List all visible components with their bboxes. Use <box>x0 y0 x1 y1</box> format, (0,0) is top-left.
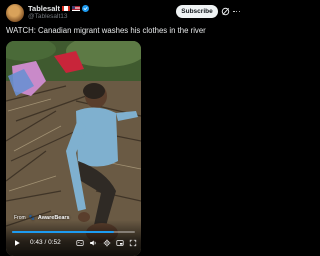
grok-icon[interactable] <box>221 7 230 16</box>
progress-fill <box>12 231 115 233</box>
video-controls: 0:43 / 0:52 <box>6 220 141 256</box>
play-icon[interactable] <box>12 238 22 248</box>
avatar[interactable] <box>6 4 24 22</box>
settings-gear-icon[interactable] <box>102 238 112 248</box>
subscribe-button[interactable]: Subscribe <box>176 5 218 18</box>
tweet-text: WATCH: Canadian migrant washes his cloth… <box>6 26 206 35</box>
video-player[interactable]: From 🐾 AwareBears 0:43 / 0:52 <box>6 41 141 256</box>
more-options-icon[interactable] <box>233 7 243 16</box>
author-name-line: Tablesalt <box>28 4 89 13</box>
video-timestamp: 0:43 / 0:52 <box>30 239 61 246</box>
picture-in-picture-icon[interactable] <box>115 238 125 248</box>
author-handle[interactable]: @Tablesalt13 <box>28 13 67 20</box>
fullscreen-icon[interactable] <box>128 238 138 248</box>
author-display-name[interactable]: Tablesalt <box>28 4 60 13</box>
progress-bar[interactable] <box>12 231 135 233</box>
volume-icon[interactable] <box>88 238 98 248</box>
canada-flag-icon <box>61 6 70 11</box>
usa-flag-icon <box>71 6 80 11</box>
captions-icon[interactable] <box>75 238 85 248</box>
verified-badge-icon <box>81 5 89 12</box>
